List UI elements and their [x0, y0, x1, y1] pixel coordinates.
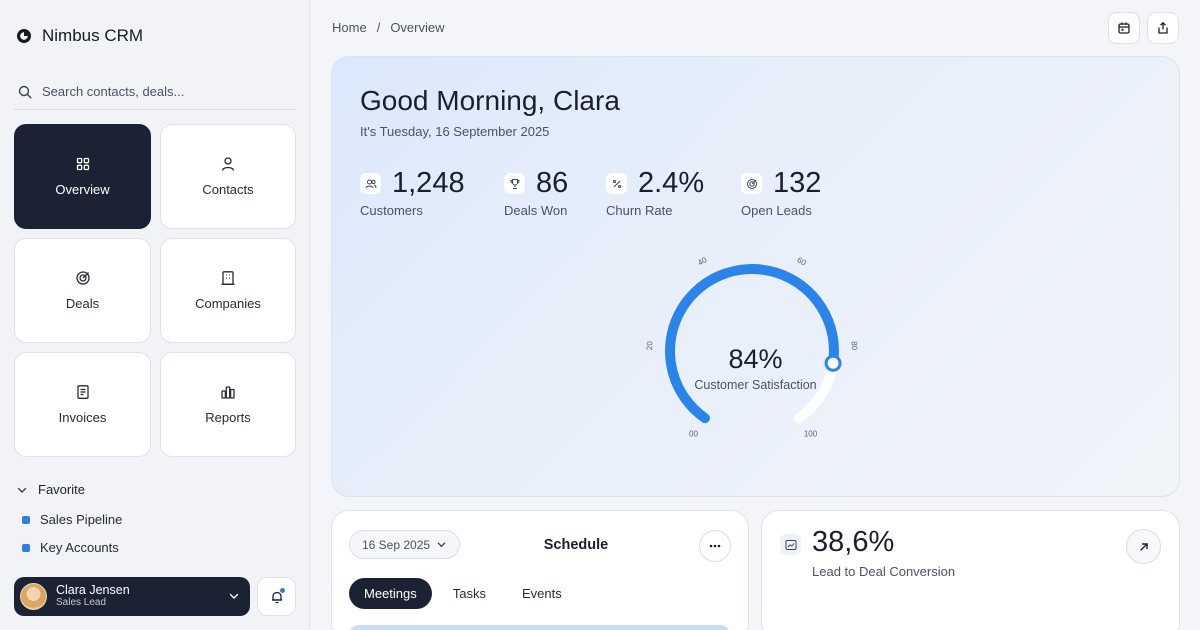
stat-deals-won: 86 Deals Won	[504, 167, 568, 218]
favorite-label: Key Accounts	[40, 540, 119, 555]
brand[interactable]: Nimbus CRM	[16, 26, 143, 46]
nav-tile-contacts[interactable]: Contacts	[160, 124, 296, 229]
tab-meetings[interactable]: Meetings	[349, 578, 432, 609]
nav-tile-label: Overview	[55, 182, 110, 197]
stat-value: 132	[773, 167, 822, 199]
search-bar	[14, 74, 296, 110]
gauge-label: Customer Satisfaction	[694, 378, 817, 392]
nav-tile-deals[interactable]: Deals	[14, 238, 151, 343]
gauge-tick-label: 60	[796, 255, 809, 267]
user-name: Clara Jensen	[56, 583, 130, 597]
favorite-item-sales-pipeline[interactable]: Sales Pipeline	[22, 512, 122, 527]
stat-label: Deals Won	[504, 203, 568, 218]
gauge-tick-label: 40	[696, 255, 709, 267]
bar-chart-icon	[221, 386, 235, 399]
more-options-button[interactable]	[699, 530, 731, 562]
target-icon	[741, 173, 762, 194]
open-details-button[interactable]	[1126, 529, 1161, 564]
search-icon	[18, 85, 32, 99]
grid-icon	[76, 157, 89, 171]
stat-label: Open Leads	[741, 203, 812, 218]
nav-tile-label: Reports	[205, 410, 251, 425]
tab-events[interactable]: Events	[507, 578, 577, 609]
nav-tile-invoices[interactable]: Invoices	[14, 352, 151, 457]
trend-chart-icon	[780, 534, 801, 555]
sidebar: Nimbus CRM Overview Contacts Deals	[0, 0, 310, 630]
chevron-down-icon	[17, 487, 27, 493]
schedule-title: Schedule	[543, 537, 609, 553]
favorite-color-dot	[22, 543, 30, 552]
logo-icon	[17, 29, 31, 43]
favorite-label: Sales Pipeline	[40, 512, 123, 527]
stat-label: Customers	[360, 203, 423, 218]
breadcrumb: Home / Overview	[332, 20, 445, 35]
stat-customers: 1,248 Customers	[360, 167, 465, 218]
receipt-icon	[76, 385, 89, 399]
share-icon	[1158, 21, 1168, 34]
more-horizontal-icon	[709, 544, 721, 548]
tab-tasks[interactable]: Tasks	[438, 578, 501, 609]
nav-tile-label: Deals	[65, 296, 100, 311]
schedule-card: 16 Sep 2025 Schedule Meetings Tasks Even…	[331, 510, 749, 630]
stat-churn-rate: 2.4% Churn Rate	[606, 167, 704, 218]
favorite-color-dot	[22, 515, 30, 524]
person-icon	[221, 157, 235, 171]
breadcrumb-home[interactable]: Home	[332, 20, 367, 35]
conversion-card: 38,6% Lead to Deal Conversion	[761, 510, 1180, 630]
nav-tile-reports[interactable]: Reports	[160, 352, 296, 457]
favorite-item-key-accounts[interactable]: Key Accounts	[22, 540, 119, 555]
gauge-tick-label: 00	[689, 430, 698, 439]
notifications-button[interactable]	[257, 577, 296, 616]
breadcrumb-current: Overview	[390, 20, 445, 35]
stat-value: 86	[536, 167, 569, 199]
calendar-button[interactable]	[1108, 12, 1140, 44]
conversion-value: 38,6%	[812, 526, 895, 558]
favorites-toggle[interactable]: Favorite	[16, 482, 85, 497]
notification-badge	[279, 587, 286, 594]
nav-tile-label: Companies	[195, 296, 261, 311]
schedule-event-item[interactable]	[349, 625, 730, 630]
building-icon	[221, 271, 235, 285]
trophy-icon	[504, 173, 525, 194]
current-date: It's Tuesday, 16 September 2025	[360, 124, 550, 139]
target-icon	[75, 271, 90, 285]
favorites-title: Favorite	[38, 482, 85, 497]
overview-hero: Good Morning, Clara It's Tuesday, 16 Sep…	[331, 56, 1180, 497]
user-menu[interactable]: Clara Jensen Sales Lead	[14, 577, 250, 616]
chevron-down-icon	[229, 593, 239, 599]
stat-label: Churn Rate	[606, 203, 673, 218]
nav-tiles: Overview Contacts Deals Companies Invoic…	[14, 124, 296, 457]
users-icon	[360, 173, 381, 194]
breadcrumb-separator: /	[376, 20, 381, 35]
user-role: Sales Lead	[56, 597, 107, 608]
nav-tile-overview[interactable]: Overview	[14, 124, 151, 229]
stat-value: 2.4%	[638, 167, 705, 199]
nav-tile-label: Invoices	[58, 410, 107, 425]
nav-tile-companies[interactable]: Companies	[160, 238, 296, 343]
share-button[interactable]	[1147, 12, 1179, 44]
app-name: Nimbus CRM	[42, 26, 144, 45]
calendar-icon	[1118, 22, 1130, 34]
gauge-value: 84%	[728, 344, 783, 374]
conversion-label: Lead to Deal Conversion	[812, 564, 956, 579]
nav-tile-label: Contacts	[202, 182, 254, 197]
search-input[interactable]	[42, 84, 282, 99]
arrow-up-right-icon	[1139, 542, 1148, 551]
stat-open-leads: 132 Open Leads	[741, 167, 821, 218]
percent-icon	[606, 173, 627, 194]
avatar	[20, 583, 47, 610]
greeting: Good Morning, Clara	[360, 85, 620, 116]
gauge-tick-label: 100	[804, 430, 818, 439]
stat-value: 1,248	[392, 167, 465, 199]
schedule-tabs: Meetings Tasks Events	[349, 578, 577, 609]
